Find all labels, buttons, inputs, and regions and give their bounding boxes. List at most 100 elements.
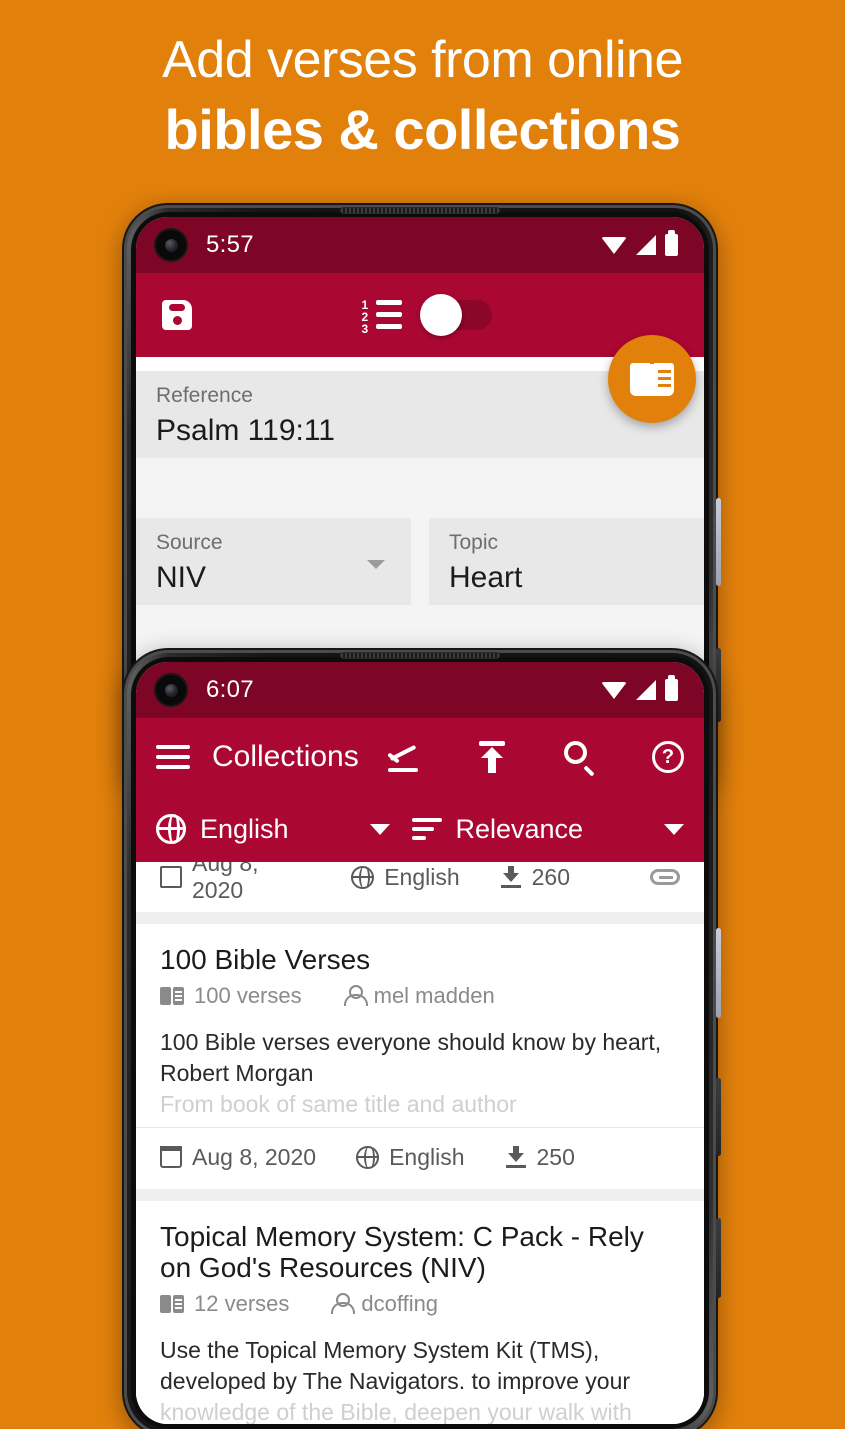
checkbox-icon[interactable] bbox=[160, 866, 182, 888]
dropdown-caret-icon[interactable] bbox=[367, 559, 385, 569]
source-value: NIV bbox=[156, 561, 207, 595]
upload-icon bbox=[477, 741, 507, 773]
open-bible-fab[interactable] bbox=[608, 335, 696, 423]
sort-icon bbox=[411, 818, 442, 840]
wifi-icon bbox=[601, 681, 627, 699]
collections-list[interactable]: Aug 8, 2020 English 260 100 Bible Verses… bbox=[136, 862, 704, 1424]
desc-line-3-faded: From book of same title and author bbox=[160, 1091, 517, 1118]
book-icon bbox=[630, 362, 674, 396]
source-field[interactable]: Source NIV bbox=[136, 518, 411, 606]
collections-toolbar: Collections ? bbox=[136, 718, 704, 796]
status-time: 6:07 bbox=[206, 676, 254, 703]
calendar-icon bbox=[160, 1146, 182, 1168]
collection-author: dcoffing bbox=[331, 1291, 438, 1317]
download-icon bbox=[500, 866, 522, 888]
source-topic-row: Source NIV Topic Heart bbox=[136, 518, 704, 606]
status-icons bbox=[601, 230, 678, 256]
collection-author: mel madden bbox=[343, 983, 495, 1009]
power-button[interactable] bbox=[716, 1078, 721, 1156]
phone-mockup-bottom: 6:07 Collections ? English Relevance Aug… bbox=[122, 648, 721, 1429]
topic-field[interactable]: Topic Heart bbox=[429, 518, 704, 606]
status-bar: 6:07 bbox=[136, 662, 704, 718]
volume-button[interactable] bbox=[716, 928, 721, 1018]
help-icon: ? bbox=[652, 741, 684, 773]
select-all-button[interactable] bbox=[387, 742, 421, 772]
language-filter[interactable]: English bbox=[156, 814, 289, 845]
numbered-list-icon: 1 2 3 bbox=[362, 299, 402, 335]
extra-side-button[interactable] bbox=[716, 1218, 721, 1298]
battery-icon bbox=[665, 675, 678, 701]
book-icon bbox=[160, 987, 184, 1006]
filter-bar: English Relevance bbox=[136, 796, 704, 862]
topic-value: Heart bbox=[449, 561, 523, 595]
source-label: Source bbox=[156, 531, 223, 555]
person-icon bbox=[343, 985, 368, 1007]
sort-filter-value: Relevance bbox=[455, 813, 584, 844]
search-button[interactable] bbox=[563, 741, 596, 777]
download-icon bbox=[505, 1146, 527, 1168]
status-icons bbox=[601, 675, 678, 701]
search-icon bbox=[563, 741, 596, 777]
sort-filter[interactable]: Relevance bbox=[411, 813, 584, 845]
save-button[interactable] bbox=[162, 300, 192, 330]
phone2-screen: 6:07 Collections ? English Relevance Aug… bbox=[136, 662, 704, 1424]
language-dropdown-caret-icon[interactable] bbox=[369, 823, 390, 835]
signal-icon bbox=[636, 680, 656, 700]
topic-label: Topic bbox=[449, 531, 499, 555]
reference-label: Reference bbox=[156, 384, 253, 407]
desc-line-2: developed by The Navigators. to improve … bbox=[160, 1368, 631, 1395]
headline-line-1: Add verses from online bbox=[162, 31, 683, 89]
collection-downloads: 250 bbox=[505, 1144, 575, 1171]
clipped-language: English bbox=[351, 864, 460, 891]
volume-button[interactable] bbox=[716, 498, 721, 586]
collection-language: English bbox=[356, 1144, 465, 1171]
list-item[interactable]: Topical Memory System: C Pack - Rely on … bbox=[136, 1200, 704, 1424]
upload-button[interactable] bbox=[477, 741, 507, 773]
battery-icon bbox=[665, 230, 678, 256]
earpiece-speaker-grille bbox=[340, 652, 500, 659]
front-camera-icon bbox=[154, 228, 188, 262]
numbered-list-button[interactable]: 1 2 3 bbox=[362, 299, 402, 335]
reference-value: Psalm 119:11 bbox=[156, 414, 335, 448]
menu-button[interactable] bbox=[156, 745, 190, 769]
language-filter-value: English bbox=[200, 813, 289, 844]
hamburger-menu-icon bbox=[156, 745, 190, 769]
list-item[interactable]: 100 Bible Verses 100 verses mel madden 1… bbox=[136, 924, 704, 1189]
verse-count: 12 verses bbox=[160, 1291, 289, 1317]
verse-mode-toggle[interactable] bbox=[419, 294, 492, 336]
status-time: 5:57 bbox=[206, 231, 254, 258]
front-camera-icon bbox=[154, 673, 188, 707]
desc-line-1: 100 Bible verses everyone should know by… bbox=[160, 1029, 662, 1056]
list-item-clipped[interactable]: Aug 8, 2020 English 260 bbox=[136, 862, 704, 912]
toggle-thumb bbox=[419, 294, 462, 336]
collection-title: 100 Bible Verses bbox=[160, 944, 371, 975]
headline-line-2: bibles & collections bbox=[164, 98, 681, 162]
status-bar: 5:57 bbox=[136, 217, 704, 273]
book-icon bbox=[160, 1295, 184, 1314]
person-icon bbox=[331, 1293, 356, 1315]
link-icon[interactable] bbox=[650, 869, 680, 885]
check-icon bbox=[387, 742, 421, 772]
desc-line-2: Robert Morgan bbox=[160, 1060, 314, 1087]
globe-icon bbox=[356, 1145, 380, 1169]
clipped-date: Aug 8, 2020 bbox=[160, 862, 311, 904]
desc-line-1: Use the Topical Memory System Kit (TMS), bbox=[160, 1337, 600, 1364]
signal-icon bbox=[636, 235, 656, 255]
collection-date: Aug 8, 2020 bbox=[160, 1144, 316, 1171]
toolbar-title: Collections bbox=[212, 740, 359, 773]
collection-description: Use the Topical Memory System Kit (TMS),… bbox=[160, 1335, 680, 1424]
desc-line-3-faded: knowledge of the Bible, deepen your walk… bbox=[160, 1399, 632, 1424]
verse-count: 100 verses bbox=[160, 983, 302, 1009]
sort-dropdown-caret-icon[interactable] bbox=[664, 823, 685, 835]
clipped-downloads: 260 bbox=[500, 864, 570, 891]
globe-icon bbox=[351, 865, 375, 889]
collection-description: 100 Bible verses everyone should know by… bbox=[160, 1027, 680, 1120]
editor-toolbar: 1 2 3 bbox=[136, 273, 704, 357]
page-title: Add verses from online bibles & collecti… bbox=[0, 31, 845, 162]
help-button[interactable]: ? bbox=[652, 741, 684, 773]
save-icon bbox=[162, 300, 192, 330]
wifi-icon bbox=[601, 236, 627, 254]
earpiece-speaker-grille bbox=[340, 207, 500, 214]
collection-title: Topical Memory System: C Pack - Rely on … bbox=[160, 1220, 644, 1283]
globe-icon bbox=[156, 814, 186, 844]
